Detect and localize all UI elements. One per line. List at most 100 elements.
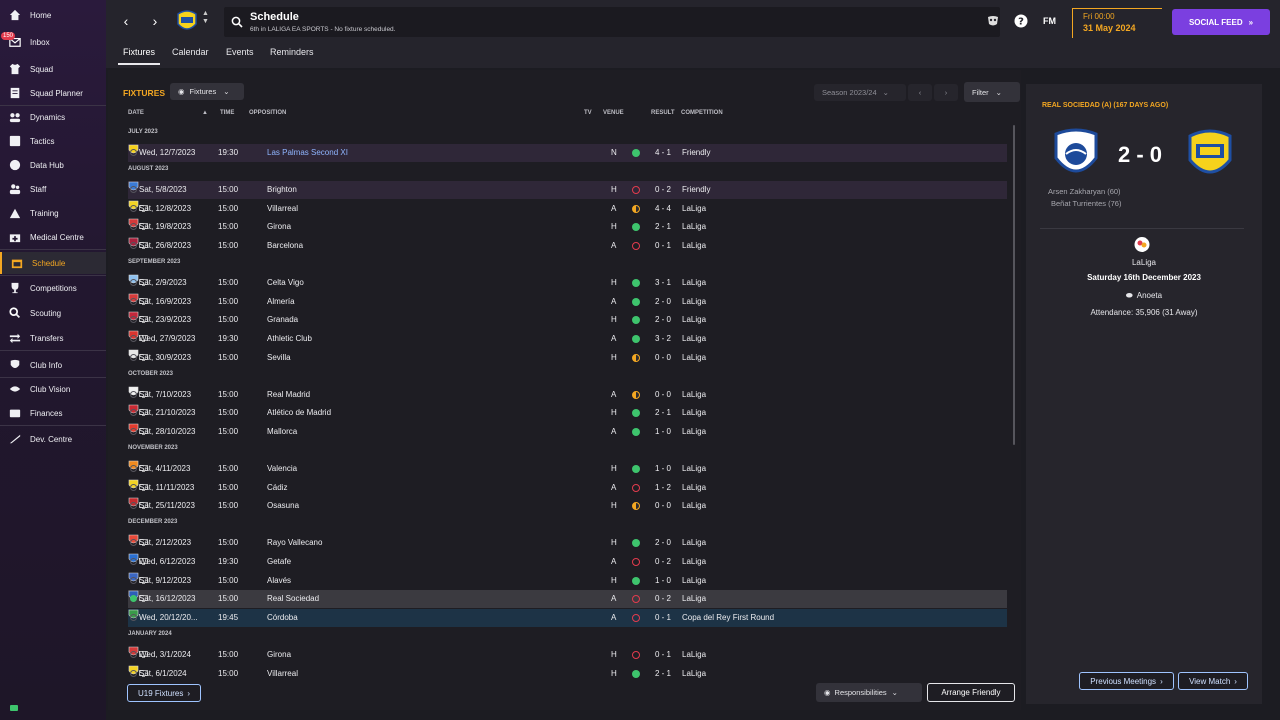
row-select-checkbox[interactable]: [130, 390, 137, 398]
sidebar-item-club-vision[interactable]: Club Vision: [0, 378, 106, 400]
fixture-score[interactable]: 0 - 2: [655, 594, 671, 603]
fixture-competition[interactable]: Friendly: [682, 148, 710, 157]
opponent-name[interactable]: Brighton: [267, 185, 297, 194]
tab-events[interactable]: Events: [226, 47, 254, 57]
fixture-row[interactable]: Sat, 6/1/2024 15:00 Villarreal H 2 - 1 LaLiga: [128, 665, 1007, 683]
opponent-name[interactable]: Mallorca: [267, 427, 297, 436]
fixture-row[interactable]: Sat, 2/9/2023 15:00 Celta Vigo H 3 - 1 LaLiga: [128, 274, 1007, 292]
fixture-competition[interactable]: LaLiga: [682, 278, 706, 287]
column-venue[interactable]: VENUE: [603, 110, 624, 116]
fixture-competition[interactable]: LaLiga: [682, 557, 706, 566]
fixture-score[interactable]: 1 - 2: [655, 483, 671, 492]
sidebar-item-tactics[interactable]: Tactics: [0, 130, 106, 152]
next-season-button[interactable]: ›: [934, 84, 958, 101]
fixture-competition[interactable]: LaLiga: [682, 501, 706, 510]
column-result[interactable]: RESULT: [651, 110, 675, 116]
fixture-row[interactable]: Wed, 12/7/2023 19:30 Las Palmas Second XI N…: [128, 144, 1007, 162]
sidebar-item-club-info[interactable]: Club Info: [0, 354, 106, 376]
fixture-score[interactable]: 2 - 1: [655, 408, 671, 417]
fixture-competition[interactable]: LaLiga: [682, 390, 706, 399]
fixture-row[interactable]: Sat, 2/12/2023 15:00 Rayo Vallecano H 2 - 0 L…: [128, 534, 1007, 552]
fixture-row[interactable]: Sat, 28/10/2023 15:00 Mallorca A 1 - 0 LaLiga: [128, 423, 1007, 441]
fixtures-view-dropdown[interactable]: ◉ Fixtures ⌄: [170, 83, 244, 100]
previous-season-button[interactable]: ‹: [908, 84, 932, 101]
fixture-score[interactable]: 0 - 0: [655, 390, 671, 399]
opponent-name[interactable]: Cádiz: [267, 483, 287, 492]
fixture-score[interactable]: 0 - 1: [655, 613, 671, 622]
fixture-row[interactable]: Sat, 25/11/2023 15:00 Osasuna H 0 - 0 LaLiga: [128, 497, 1007, 515]
social-feed-button[interactable]: SOCIAL FEED »: [1172, 9, 1270, 35]
fixture-row[interactable]: Sat, 16/12/2023 15:00 Real Sociedad A 0 - 2 L…: [128, 590, 1007, 609]
responsibilities-button[interactable]: ◉ Responsibilities ⌄: [816, 683, 922, 702]
fixture-row[interactable]: Sat, 5/8/2023 15:00 Brighton H 0 - 2 Friendly: [128, 180, 1007, 199]
sidebar-item-finances[interactable]: Finances: [0, 402, 106, 424]
opponent-name[interactable]: Athletic Club: [267, 334, 312, 343]
fixture-row[interactable]: Wed, 3/1/2024 15:00 Girona H 0 - 1 LaLiga: [128, 646, 1007, 664]
mask-icon[interactable]: [986, 14, 1000, 28]
opponent-name[interactable]: Valencia: [267, 464, 297, 473]
sidebar-item-transfers[interactable]: Transfers: [0, 327, 106, 349]
fixture-row[interactable]: Sat, 30/9/2023 15:00 Sevilla H 0 - 0 LaLiga: [128, 349, 1007, 367]
row-select-checkbox[interactable]: [130, 464, 137, 472]
club-switch-arrows-icon[interactable]: ▲ ▼: [202, 10, 209, 26]
fixture-score[interactable]: 4 - 1: [655, 148, 671, 157]
fixture-score[interactable]: 0 - 0: [655, 501, 671, 510]
row-select-checkbox[interactable]: [130, 428, 137, 435]
fixture-competition[interactable]: LaLiga: [682, 464, 706, 473]
sidebar-item-competitions[interactable]: Competitions: [0, 277, 106, 299]
fixture-competition[interactable]: LaLiga: [682, 576, 706, 585]
fixture-row[interactable]: Sat, 21/10/2023 15:00 Atlético de Madrid H 2…: [128, 404, 1007, 422]
opponent-name[interactable]: Girona: [267, 650, 291, 659]
row-select-checkbox[interactable]: [130, 204, 137, 212]
tab-fixtures[interactable]: Fixtures: [123, 47, 155, 57]
opponent-name[interactable]: Girona: [267, 222, 291, 231]
column-tv[interactable]: TV: [584, 110, 592, 116]
column-opposition[interactable]: OPPOSITION: [249, 110, 286, 116]
season-dropdown[interactable]: Season 2023/24 ⌄: [814, 84, 906, 101]
opponent-name[interactable]: Villarreal: [267, 204, 298, 213]
fixture-score[interactable]: 0 - 0: [655, 353, 671, 362]
opponent-name[interactable]: Getafe: [267, 557, 291, 566]
row-select-checkbox[interactable]: [130, 242, 137, 249]
opponent-name[interactable]: Celta Vigo: [267, 278, 304, 287]
sidebar-item-staff[interactable]: Staff: [0, 178, 106, 200]
fixture-score[interactable]: 1 - 0: [655, 576, 671, 585]
row-select-checkbox[interactable]: [130, 576, 137, 584]
fixture-competition[interactable]: LaLiga: [682, 204, 706, 213]
search-icon[interactable]: [231, 16, 243, 28]
fixture-competition[interactable]: LaLiga: [682, 594, 706, 603]
fixture-score[interactable]: 1 - 0: [655, 427, 671, 436]
row-select-checkbox[interactable]: [130, 557, 137, 565]
help-icon[interactable]: ?: [1014, 14, 1028, 28]
opponent-name[interactable]: Villarreal: [267, 669, 298, 678]
column-time[interactable]: TIME: [220, 110, 234, 116]
fixture-competition[interactable]: LaLiga: [682, 334, 706, 343]
sidebar-item-dev-centre[interactable]: Dev. Centre: [0, 428, 106, 450]
forward-button[interactable]: ›: [145, 10, 165, 32]
previous-meetings-button[interactable]: Previous Meetings ›: [1079, 672, 1174, 690]
arrange-friendly-button[interactable]: Arrange Friendly: [927, 683, 1015, 702]
opponent-name[interactable]: Las Palmas Second XI: [267, 148, 348, 157]
opponent-name[interactable]: Córdoba: [267, 613, 298, 622]
opponent-name[interactable]: Real Sociedad: [267, 594, 319, 603]
fixture-score[interactable]: 0 - 2: [655, 557, 671, 566]
fixture-competition[interactable]: LaLiga: [682, 650, 706, 659]
sidebar-item-squad-planner[interactable]: Squad Planner: [0, 82, 106, 104]
row-select-checkbox[interactable]: [130, 278, 137, 286]
column-competition[interactable]: COMPETITION: [681, 110, 723, 116]
sidebar-item-squad[interactable]: Squad: [0, 58, 106, 80]
fixture-row[interactable]: Sat, 19/8/2023 15:00 Girona H 2 - 1 LaLiga: [128, 218, 1007, 236]
row-select-checkbox[interactable]: [130, 335, 137, 342]
sidebar-item-dynamics[interactable]: Dynamics: [0, 106, 106, 128]
fixture-score[interactable]: 0 - 1: [655, 241, 671, 250]
fixture-row[interactable]: Sat, 26/8/2023 15:00 Barcelona A 0 - 1 LaLiga: [128, 237, 1007, 255]
row-select-checkbox[interactable]: [130, 669, 137, 677]
fixture-score[interactable]: 2 - 1: [655, 669, 671, 678]
opponent-name[interactable]: Granada: [267, 315, 298, 324]
sort-arrow-icon[interactable]: ▲: [202, 110, 208, 116]
fixture-score[interactable]: 2 - 1: [655, 222, 671, 231]
fixture-competition[interactable]: LaLiga: [682, 669, 706, 678]
opponent-name[interactable]: Rayo Vallecano: [267, 538, 322, 547]
fixture-competition[interactable]: LaLiga: [682, 538, 706, 547]
sidebar-item-home[interactable]: Home: [0, 4, 106, 26]
